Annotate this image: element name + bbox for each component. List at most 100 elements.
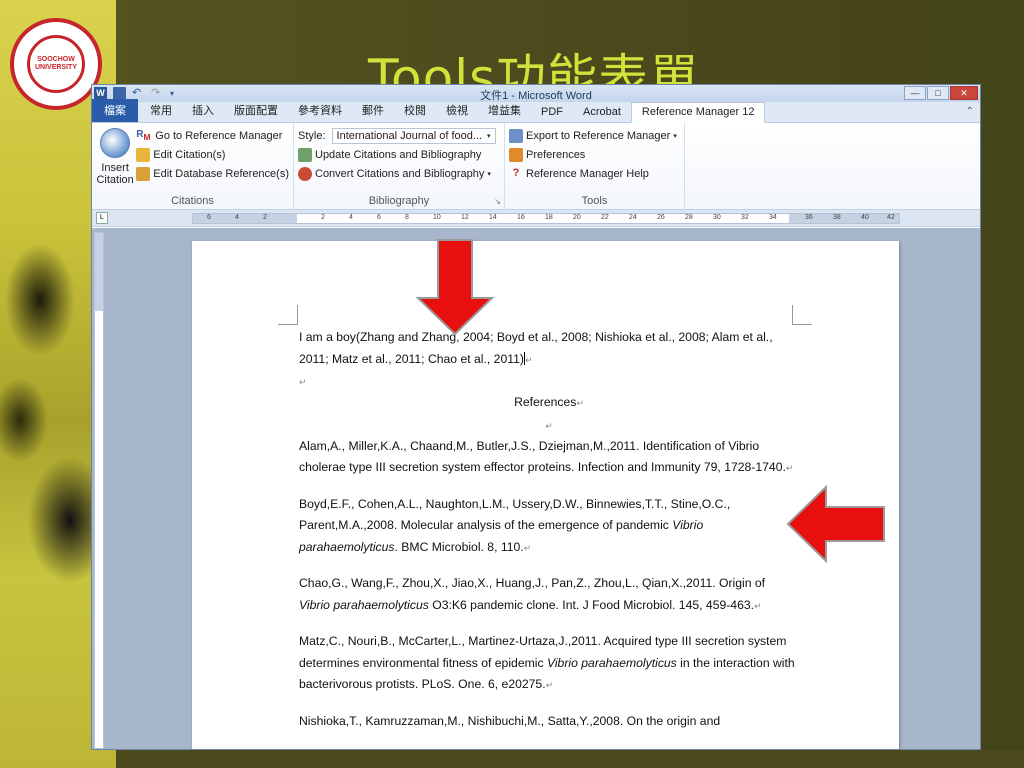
reference-entry[interactable]: Boyd,E.F., Cohen,A.L., Naughton,L.M., Us…	[299, 494, 799, 560]
edit-database-reference-button[interactable]: Edit Database Reference(s)	[136, 164, 289, 183]
vertical-ruler[interactable]	[94, 232, 104, 749]
tab-home[interactable]: 常用	[140, 99, 182, 122]
tab-review[interactable]: 校閱	[394, 99, 436, 122]
tab-pdf[interactable]: PDF	[531, 103, 573, 122]
ribbon: Insert Citation RM Go to Reference Manag…	[92, 123, 980, 210]
tab-file[interactable]: 檔案	[92, 99, 138, 122]
species-name: Vibrio parahaemolyticus	[546, 655, 677, 670]
ruler-tick: 30	[713, 214, 721, 221]
dialog-launcher-icon[interactable]: ↘	[494, 197, 501, 206]
update-icon	[298, 147, 312, 162]
tab-mailings[interactable]: 郵件	[352, 99, 394, 122]
crop-mark-left	[278, 305, 298, 325]
body-paragraph[interactable]: I am a boy(Zhang and Zhang, 2004; Boyd e…	[299, 327, 799, 371]
ruler-tick: 2	[321, 214, 325, 221]
tab-insert[interactable]: 插入	[182, 99, 224, 122]
horizontal-ruler[interactable]: 6 4 2 2 4 6 8 10 12 14 16 18 20 22 24 26…	[192, 213, 900, 224]
insert-citation-button[interactable]: Insert Citation	[96, 126, 134, 186]
ruler-tick: 4	[235, 214, 239, 221]
reference-entry[interactable]: Matz,C., Nouri,B., McCarter,L., Martinez…	[299, 631, 799, 697]
reference-entry[interactable]: Alam,A., Miller,K.A., Chaand,M., Butler,…	[299, 436, 799, 480]
ruler-tick: 36	[805, 214, 813, 221]
go-to-rm-label: Go to Reference Manager	[155, 129, 283, 142]
reference-entry[interactable]: Chao,G., Wang,F., Zhou,X., Jiao,X., Huan…	[299, 573, 799, 617]
export-icon	[509, 128, 523, 143]
red-arrow-down-icon	[416, 239, 494, 336]
tab-reference-manager[interactable]: Reference Manager 12	[630, 102, 766, 123]
ruler-tick: 38	[833, 214, 841, 221]
ruler-tick: 14	[489, 214, 497, 221]
style-value: International Journal of food...	[336, 129, 483, 142]
tab-addins[interactable]: 增益集	[478, 99, 531, 122]
logo-label: SOOCHOW UNIVERSITY	[34, 56, 77, 71]
reference-text: O3:K6 pandemic clone. Int. J Food Microb…	[428, 597, 755, 612]
tab-view[interactable]: 檢視	[436, 99, 478, 122]
empty-paragraph[interactable]: ↵	[299, 415, 799, 436]
help-icon: ?	[512, 166, 520, 179]
paragraph-mark: ↵	[576, 398, 584, 408]
ribbon-tabs: 檔案 常用 插入 版面配置 參考資料 郵件 校閱 檢視 增益集 PDF Acro…	[92, 99, 980, 123]
paragraph-mark: ↵	[754, 600, 762, 611]
ruler-tick: 8	[405, 214, 409, 221]
reference-entry[interactable]: Nishioka,T., Kamruzzaman,M., Nishibuchi,…	[299, 711, 799, 733]
paragraph-mark: ↵	[299, 377, 307, 387]
tools-group-label: Tools	[581, 195, 608, 207]
edit-citations-button[interactable]: Edit Citation(s)	[136, 145, 289, 164]
references-heading[interactable]: References↵	[299, 392, 799, 415]
edit-db-label: Edit Database Reference(s)	[153, 167, 289, 180]
group-tools: Export to Reference Manager ▾ Preference…	[505, 123, 685, 209]
reference-manager-help-button[interactable]: ? Reference Manager Help	[509, 164, 680, 183]
help-label: Reference Manager Help	[526, 167, 649, 180]
tab-acrobat[interactable]: Acrobat	[573, 103, 631, 122]
hand-icon	[509, 147, 523, 162]
ruler-tick: 2	[263, 214, 267, 221]
export-label: Export to Reference Manager	[526, 129, 671, 142]
pencil-icon	[136, 166, 151, 181]
go-to-reference-manager-button[interactable]: RM Go to Reference Manager	[136, 126, 289, 145]
tab-selector[interactable]: L	[96, 212, 108, 224]
window-controls: — □ ✕	[904, 86, 978, 100]
university-logo: SOOCHOW UNIVERSITY	[10, 18, 102, 110]
chevron-down-icon: ▾	[487, 132, 491, 140]
preferences-button[interactable]: Preferences	[509, 145, 680, 164]
magnifier-icon	[100, 128, 131, 158]
ruler-tick: 34	[769, 214, 777, 221]
citations-group-label: Citations	[171, 195, 214, 207]
species-name: Vibrio parahaemolyticus	[299, 597, 429, 612]
update-citations-button[interactable]: Update Citations and Bibliography	[298, 145, 500, 164]
reference-text: Boyd,E.F., Cohen,A.L., Naughton,L.M., Us…	[299, 496, 731, 533]
ruler-tick: 42	[887, 214, 895, 221]
reference-text: Alam,A., Miller,K.A., Chaand,M., Butler,…	[299, 438, 786, 475]
export-to-reference-manager-button[interactable]: Export to Reference Manager ▾	[509, 126, 680, 145]
ribbon-collapse-icon[interactable]: ⌃	[966, 106, 974, 117]
ruler-tick: 40	[861, 214, 869, 221]
ruler-tick: 24	[629, 214, 637, 221]
reference-text: Nishioka,T., Kamruzzaman,M., Nishibuchi,…	[299, 713, 721, 728]
maximize-button[interactable]: □	[927, 86, 949, 100]
chevron-down-icon: ▾	[487, 170, 491, 178]
group-citations: Insert Citation RM Go to Reference Manag…	[92, 123, 294, 209]
logo-seal: SOOCHOW UNIVERSITY	[27, 35, 85, 93]
bottom-band	[116, 750, 1024, 768]
document-content[interactable]: I am a boy(Zhang and Zhang, 2004; Boyd e…	[299, 327, 799, 746]
edit-citations-label: Edit Citation(s)	[153, 148, 226, 161]
minimize-button[interactable]: —	[904, 86, 926, 100]
horizontal-ruler-row: L 6 4 2 2 4 6 8 10 12 14 16 18 20 22 24 …	[92, 210, 980, 227]
insert-citation-label: Insert Citation	[96, 162, 134, 186]
ruler-tick: 12	[461, 214, 469, 221]
red-arrow-left-icon	[786, 485, 885, 563]
rm-icon: RM	[136, 128, 151, 142]
paragraph-mark: ↵	[524, 354, 533, 365]
style-select[interactable]: International Journal of food... ▾	[331, 127, 496, 144]
ruler-tick: 4	[349, 214, 353, 221]
tab-layout[interactable]: 版面配置	[224, 99, 288, 122]
close-button[interactable]: ✕	[950, 86, 978, 100]
style-label: Style:	[298, 129, 326, 142]
chevron-down-icon: ▾	[673, 132, 677, 140]
tab-references[interactable]: 參考資料	[288, 99, 352, 122]
empty-paragraph[interactable]: ↵	[299, 371, 799, 392]
body-text: I am a boy(Zhang and Zhang, 2004; Boyd e…	[299, 330, 773, 366]
convert-citations-button[interactable]: Convert Citations and Bibliography ▾	[298, 164, 500, 183]
convert-icon	[298, 166, 312, 181]
edit-icon	[136, 147, 151, 162]
